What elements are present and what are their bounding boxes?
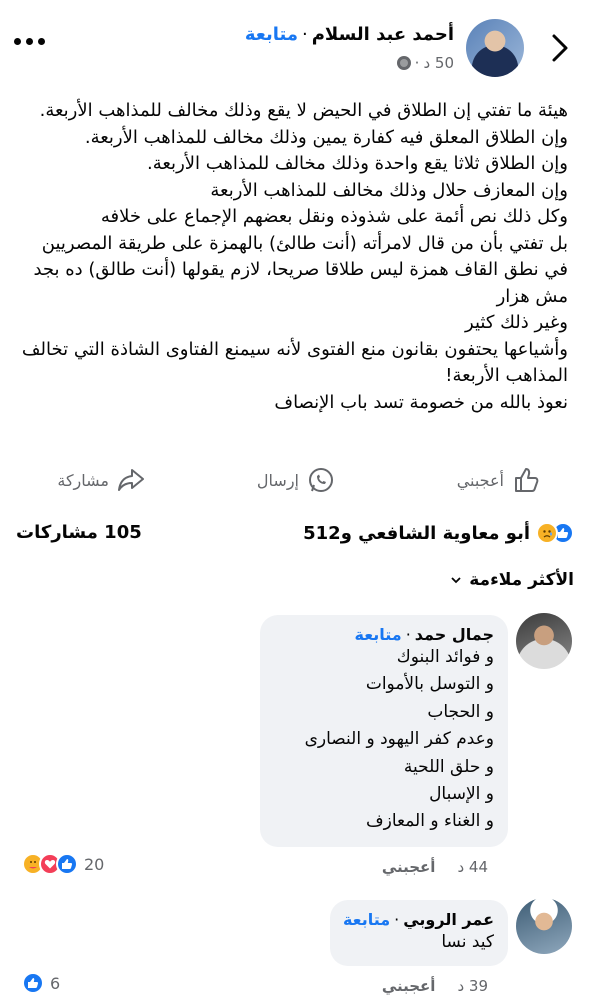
post-line: وإن الطلاق ثلاثا يقع واحدة وذلك مخالف لل… [147, 153, 568, 174]
back-arrow-icon[interactable] [546, 30, 572, 66]
comment-line: وعدم كفر اليهود و النصارى [304, 729, 494, 750]
commenter-name[interactable]: عمر الروبي [403, 910, 494, 929]
like-reaction-icon [56, 853, 78, 875]
comment-meta: 39 د أعجبني [382, 977, 488, 995]
reaction-count: 6 [50, 973, 61, 993]
sad-reaction-icon [536, 522, 558, 544]
thumbs-up-icon [515, 468, 539, 492]
comment-line: و الغناء و المعازف [366, 811, 494, 832]
comment-reactions[interactable]: 6 [22, 972, 60, 994]
comment-reactions[interactable]: 20 [22, 853, 104, 875]
author-name[interactable]: أحمد عبد السلام [312, 24, 454, 45]
like-button[interactable]: أعجبني [457, 466, 540, 494]
reaction-summary: أبو معاوية الشافعي و512 105 مشاركات [0, 522, 590, 552]
separator-dot: · [301, 24, 308, 45]
post-text: هيئة ما تفتي إن الطلاق في الحيض لا يقع و… [14, 98, 568, 416]
reactors[interactable]: أبو معاوية الشافعي و512 [303, 522, 574, 544]
post-line: وأشياعها يحتفون بقانون منع الفتوى لأنه س… [21, 338, 568, 387]
comment-like-button[interactable]: أعجبني [382, 858, 436, 876]
separator-dot: · [414, 54, 420, 72]
comment-line: و الحجاب [427, 701, 494, 722]
share-label: مشاركة [57, 470, 109, 490]
post-line: وإن المعازف حلال وذلك مخالف للمذاهب الأر… [210, 179, 568, 201]
separator-dot: · [394, 910, 400, 929]
follow-button[interactable]: متابعة [245, 24, 298, 45]
commenter-avatar[interactable] [516, 898, 572, 954]
whatsapp-icon [309, 468, 333, 492]
reactors-text: أبو معاوية الشافعي و512 [303, 522, 530, 544]
post-line: هيئة ما تفتي إن الطلاق في الحيض لا يقع و… [39, 100, 568, 121]
comment-like-button[interactable]: أعجبني [382, 977, 436, 995]
separator-dot: · [405, 625, 411, 644]
post-line: وغير ذلك كثير [465, 312, 568, 333]
post-line: نعوذ بالله من خصومة تسد باب الإنصاف [274, 391, 568, 413]
comment-meta: 44 د أعجبني [382, 858, 488, 876]
comment-line: و الإسبال [429, 784, 494, 805]
author-avatar[interactable] [466, 19, 524, 77]
send-label: إرسال [256, 470, 299, 490]
share-button[interactable]: مشاركة [57, 466, 145, 494]
post-meta: 50 د · [396, 54, 454, 72]
comment-header: جمال حمد·متابعة [274, 625, 495, 644]
like-label: أعجبني [456, 470, 504, 490]
post-line: بل تفتي بأن من قال لامرأته (أنت طالئ) با… [33, 232, 568, 307]
reaction-icons [22, 853, 78, 875]
chevron-down-icon [451, 577, 461, 584]
share-arrow-icon [118, 469, 144, 491]
comment-line: و التوسل بالأموات [365, 674, 494, 695]
globe-icon [396, 56, 411, 70]
follow-button[interactable]: متابعة [355, 625, 402, 644]
comment-time[interactable]: 44 د [457, 858, 488, 876]
more-options-icon[interactable] [14, 38, 45, 45]
comment-line: كيد نسا [441, 932, 494, 952]
comment-header: عمر الروبي·متابعة [343, 910, 494, 929]
reaction-icons [22, 972, 44, 994]
commenter-avatar[interactable] [516, 613, 572, 669]
sort-label: الأكثر ملاءمة [469, 570, 574, 590]
like-reaction-icon [22, 972, 44, 994]
send-button[interactable]: إرسال [257, 466, 335, 494]
post-header: أحمد عبد السلام·متابعة [245, 24, 454, 45]
post-actions: أعجبني إرسال مشاركة [0, 466, 590, 500]
commenter-name[interactable]: جمال حمد [415, 625, 494, 644]
comment-sort-dropdown[interactable]: الأكثر ملاءمة [451, 570, 574, 590]
follow-button[interactable]: متابعة [343, 910, 390, 929]
shares-count[interactable]: 105 مشاركات [16, 522, 142, 543]
post-line: وكل ذلك نص أئمة على شذوذه ونقل بعضهم الإ… [100, 206, 568, 227]
comment-time[interactable]: 39 د [457, 977, 488, 995]
comment-line: و فوائد البنوك [396, 647, 494, 667]
post-line: وإن الطلاق المعلق فيه كفارة يمين وذلك مخ… [84, 126, 568, 148]
reaction-count: 20 [84, 854, 105, 874]
comment-bubble: جمال حمد·متابعة و فوائد البنوك و التوسل … [260, 615, 508, 847]
comment-line: و حلق اللحية [403, 756, 494, 777]
reaction-icons [536, 522, 574, 544]
comment-bubble: عمر الروبي·متابعة كيد نسا [330, 900, 508, 966]
post-time[interactable]: 50 د [423, 54, 454, 72]
